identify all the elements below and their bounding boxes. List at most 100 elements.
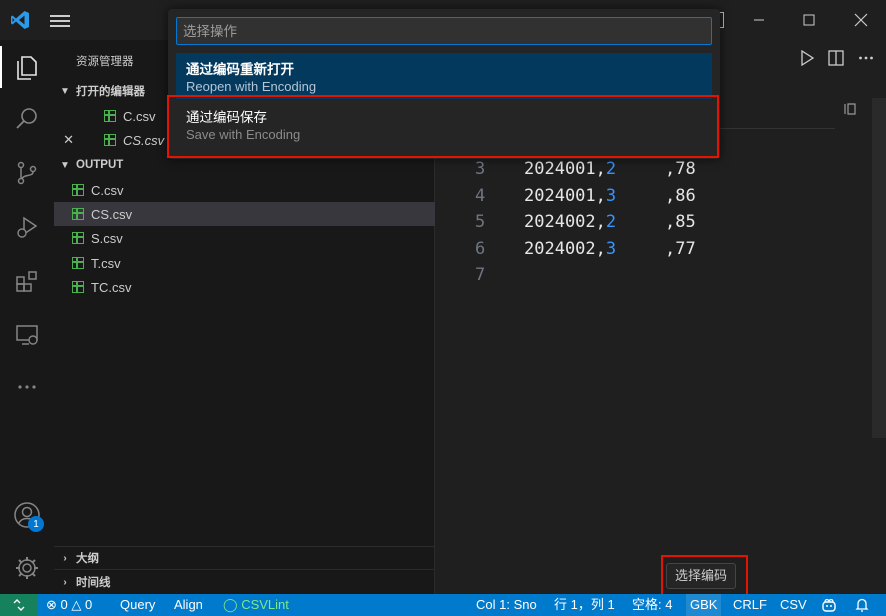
language-status[interactable]: CSV <box>780 594 807 616</box>
remote-explorer-activity[interactable] <box>0 310 54 360</box>
source-control-icon <box>17 161 37 185</box>
open-editor-label: C.csv <box>123 108 156 124</box>
column-status[interactable]: Col 1: Sno <box>476 594 537 616</box>
line-number: 7 <box>475 265 486 285</box>
vscode-window: 1 资源管理器 ▼ 打开的编辑器 C.csv ✕ CS.csv ▼ OUTPUT… <box>0 0 886 616</box>
problems-status[interactable]: ⊗ 0 △ 0 <box>46 594 92 616</box>
file-item[interactable]: TC.csv <box>54 275 435 299</box>
timeline-header[interactable]: › 时间线 <box>54 571 435 593</box>
file-item[interactable]: T.csv <box>54 251 435 275</box>
cursor-position-status[interactable]: 行 1，列 1 <box>554 594 615 616</box>
code-text: 2024001, <box>524 185 606 206</box>
remote-explorer-icon <box>16 325 38 345</box>
file-label: T.csv <box>91 255 121 271</box>
run-debug-activity[interactable] <box>0 202 54 252</box>
warning-count: 0 <box>85 597 93 612</box>
option-subtitle: Save with Encoding <box>186 127 301 142</box>
code-text: ,85 <box>665 212 696 232</box>
code-line: 5 2024002,2 ,85 <box>435 209 886 236</box>
code-text: ,86 <box>665 185 696 206</box>
maximize-icon <box>803 14 815 26</box>
split-editor-icon[interactable] <box>828 50 844 66</box>
minimize-button[interactable] <box>736 0 782 40</box>
file-label: TC.csv <box>91 279 132 295</box>
run-icon[interactable] <box>800 50 814 66</box>
option-title: 通过编码重新打开 <box>186 62 294 77</box>
align-status[interactable]: Align <box>174 594 203 616</box>
file-label: C.csv <box>91 182 124 198</box>
activity-bar: 1 <box>0 40 54 594</box>
divider <box>54 569 435 570</box>
explorer-activity[interactable] <box>0 42 54 92</box>
close-window-button[interactable] <box>838 0 884 40</box>
palette-option-reopen-with-encoding[interactable]: 通过编码重新打开 Reopen with Encoding <box>176 53 712 99</box>
code-line: 6 2024002,3 ,77 <box>435 236 886 263</box>
csv-file-icon <box>72 184 84 196</box>
file-item-selected[interactable]: CS.csv <box>54 202 435 226</box>
csvlint-status[interactable]: ◯ CSVLint <box>223 594 289 616</box>
csvlint-label: CSVLint <box>241 597 289 612</box>
more-icon <box>18 385 36 389</box>
indentation-status[interactable]: 空格: 4 <box>632 594 672 616</box>
error-count: 0 <box>60 597 68 612</box>
files-icon <box>17 56 37 80</box>
code-text-highlight: 2 <box>605 212 617 232</box>
line-number: 5 <box>475 212 486 232</box>
outline-header[interactable]: › 大纲 <box>54 547 435 569</box>
remote-indicator[interactable] <box>0 594 38 616</box>
run-debug-icon <box>17 216 38 238</box>
csv-file-icon <box>104 134 116 146</box>
line-number: 6 <box>475 238 486 259</box>
code-text-highlight: 3 <box>605 185 617 206</box>
query-status[interactable]: Query <box>120 594 155 616</box>
command-palette: 通过编码重新打开 Reopen with Encoding 通过编码保存 Sav… <box>168 9 720 159</box>
option-subtitle: Reopen with Encoding <box>186 79 317 94</box>
file-item[interactable]: C.csv <box>54 178 435 202</box>
sidebar-title: 资源管理器 <box>76 56 134 68</box>
csv-file-icon <box>72 281 84 293</box>
maximize-button[interactable] <box>786 0 832 40</box>
more-activity[interactable] <box>0 362 54 412</box>
menu-icon[interactable] <box>48 12 72 30</box>
csv-file-icon <box>72 232 84 244</box>
csv-file-icon <box>104 110 116 122</box>
editor-actions <box>800 50 874 66</box>
close-editor-icon[interactable]: ✕ <box>54 132 82 148</box>
open-editor-label: CS.csv <box>123 132 165 148</box>
chevron-down-icon: ▼ <box>60 159 70 171</box>
more-actions-icon[interactable] <box>858 50 874 66</box>
eol-status[interactable]: CRLF <box>733 594 767 616</box>
search-activity[interactable] <box>0 94 54 144</box>
palette-option-save-with-encoding[interactable]: 通过编码保存 Save with Encoding <box>176 101 712 147</box>
csv-file-icon <box>72 208 84 220</box>
source-control-activity[interactable] <box>0 148 54 198</box>
code-text: ,77 <box>665 238 696 259</box>
line-number: 3 <box>475 159 486 179</box>
accounts-activity[interactable] <box>0 490 54 540</box>
code-text: ,78 <box>665 159 696 179</box>
encoding-tooltip: 选择编码 <box>666 563 737 589</box>
code-text: 2024002, <box>524 212 606 232</box>
outline-label: 大纲 <box>76 553 99 565</box>
open-editors-label: 打开的编辑器 <box>76 86 145 98</box>
manage-activity[interactable] <box>0 543 54 593</box>
vscode-logo-icon[interactable] <box>10 10 30 30</box>
notifications-bell-icon[interactable] <box>855 594 869 616</box>
close-icon <box>854 13 868 27</box>
option-title: 通过编码保存 <box>186 110 267 125</box>
extensions-activity[interactable] <box>0 256 54 306</box>
copilot-icon[interactable] <box>821 594 837 616</box>
file-label: S.csv <box>91 230 123 246</box>
status-bar: ⊗ 0 △ 0 Query Align ◯ CSVLint Col 1: Sno… <box>0 594 886 616</box>
code-text: 2024001, <box>524 159 606 179</box>
warning-icon: △ <box>71 597 82 612</box>
wrap-indicator-icon <box>844 103 856 115</box>
code-line: 7 <box>435 262 886 289</box>
chevron-right-icon: › <box>63 552 67 564</box>
encoding-status[interactable]: GBK <box>686 594 722 616</box>
file-item[interactable]: S.csv <box>54 226 435 250</box>
palette-input[interactable] <box>176 17 712 45</box>
timeline-label: 时间线 <box>76 577 111 589</box>
code-content[interactable]: 3 2024001,2 ,78 4 2024001,3 ,86 5 202400… <box>435 156 886 289</box>
gear-icon <box>16 557 38 579</box>
